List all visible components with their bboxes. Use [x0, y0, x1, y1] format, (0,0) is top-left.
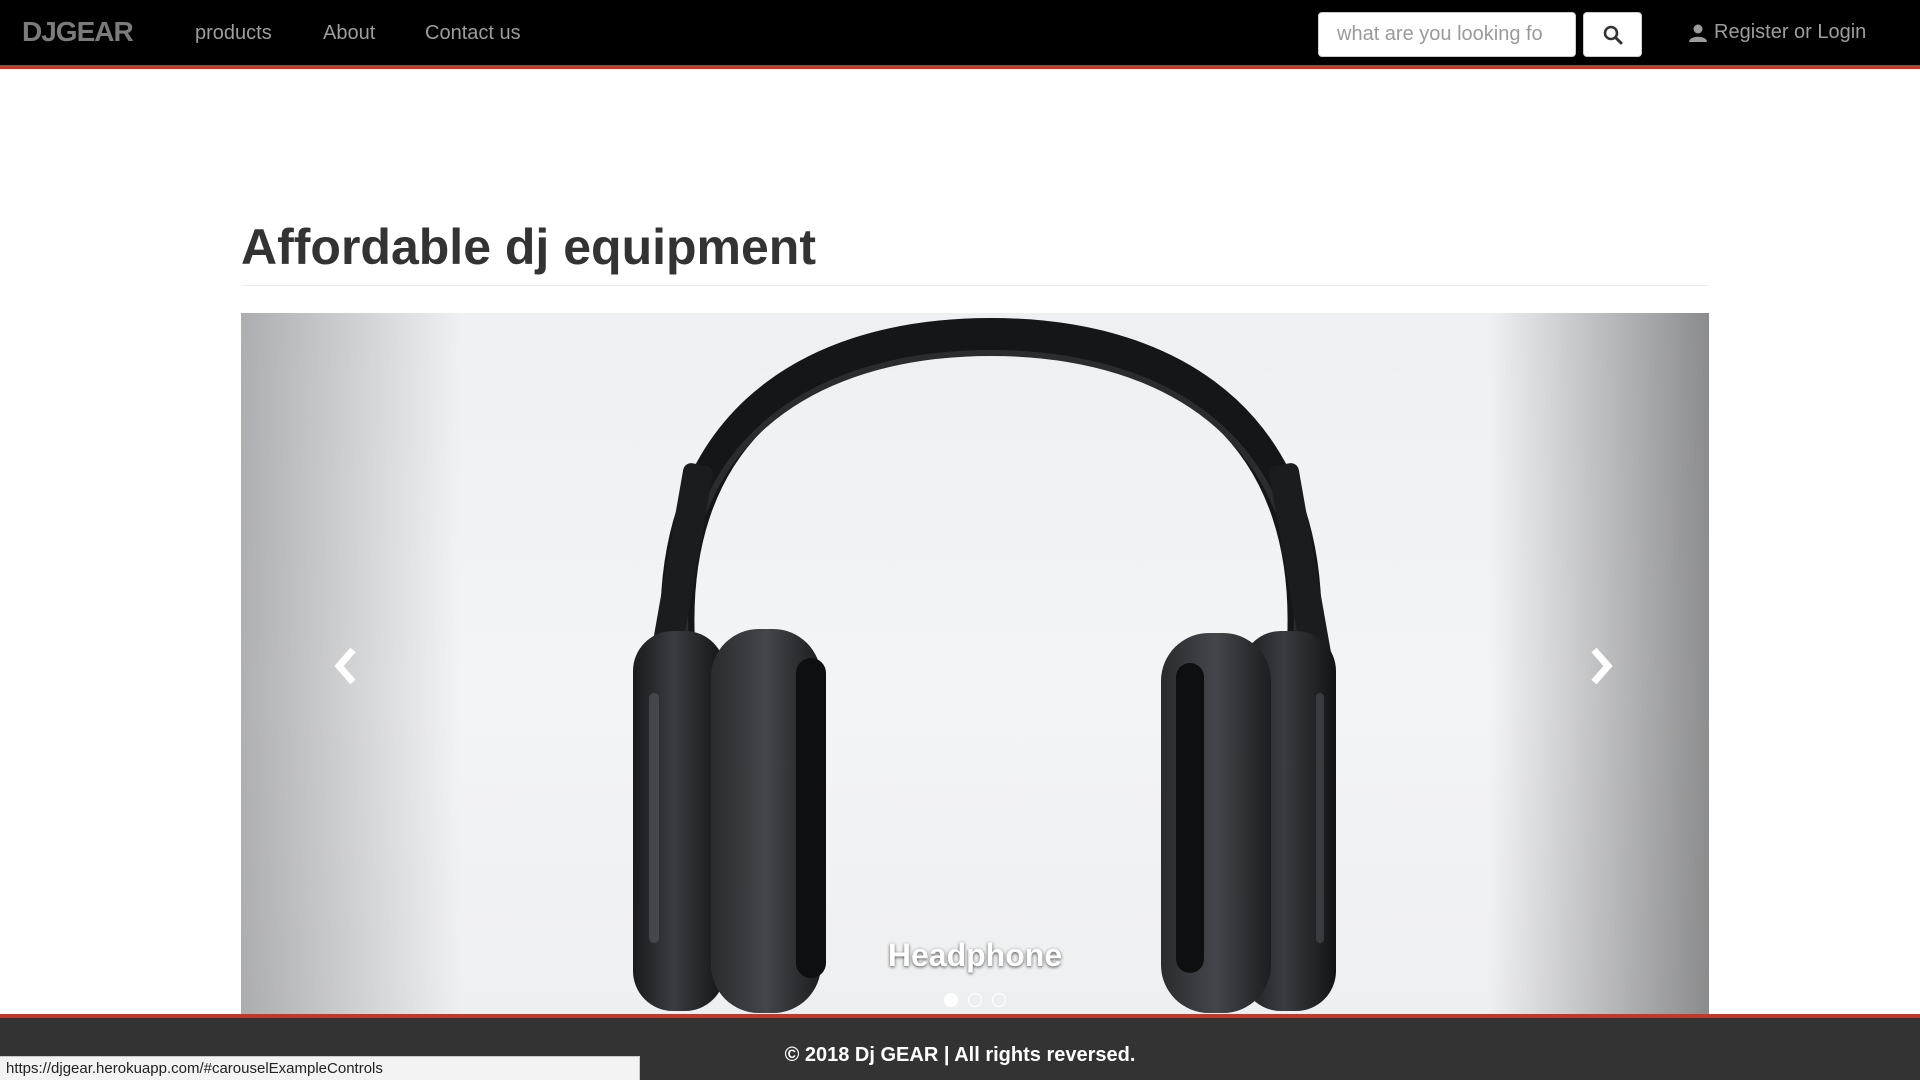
carousel-next-button[interactable]	[1576, 641, 1626, 691]
nav-link-products[interactable]: products	[195, 22, 272, 45]
carousel-caption: Headphone	[887, 937, 1063, 973]
chevron-right-icon	[1591, 647, 1613, 685]
search-button[interactable]	[1583, 12, 1642, 57]
page-title: Affordable dj equipment	[241, 219, 816, 275]
search-icon	[1603, 25, 1622, 44]
user-icon	[1689, 24, 1707, 42]
product-carousel[interactable]: Headphone	[241, 313, 1709, 1015]
status-bar-url: https://djgear.herokuapp.com/#carouselEx…	[0, 1056, 640, 1080]
carousel-indicator-2[interactable]	[968, 993, 982, 1007]
register-login-link[interactable]: Register or Login	[1688, 21, 1866, 44]
top-navbar: DJGEAR products About Contact us Registe…	[0, 0, 1920, 69]
carousel-indicators	[241, 993, 1709, 1007]
chevron-left-icon	[334, 647, 356, 685]
nav-link-about[interactable]: About	[323, 22, 375, 45]
carousel-indicator-3[interactable]	[992, 993, 1006, 1007]
carousel-prev-button[interactable]	[321, 641, 371, 691]
carousel-indicator-1[interactable]	[944, 993, 958, 1007]
brand-logo[interactable]: DJGEAR	[22, 16, 134, 48]
nav-link-contact[interactable]: Contact us	[425, 22, 521, 45]
title-divider	[241, 285, 1709, 286]
register-login-label: Register or Login	[1714, 21, 1867, 43]
search-input[interactable]	[1318, 12, 1576, 57]
